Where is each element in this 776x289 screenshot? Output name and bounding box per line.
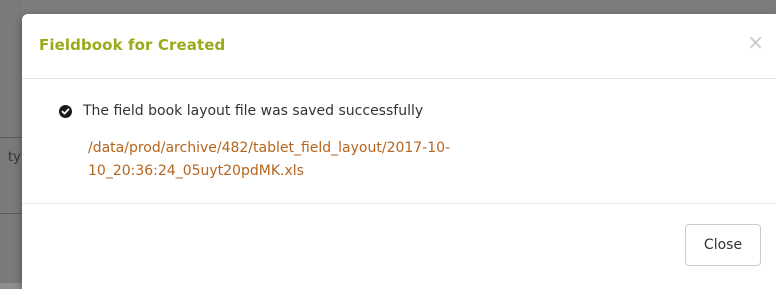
status-row: The field book layout file was saved suc… [59,103,423,119]
fieldbook-modal: Fieldbook for Created × The field book l… [22,14,776,289]
close-button[interactable]: Close [685,224,761,266]
modal-title: Fieldbook for Created [39,36,226,54]
modal-body: The field book layout file was saved suc… [22,79,776,204]
background-divider [0,213,22,214]
modal-footer: Close [22,204,776,284]
file-path-link[interactable]: /data/prod/archive/482/tablet_field_layo… [88,137,558,183]
close-icon[interactable]: × [747,32,764,52]
background-text-fragment: ty [8,150,21,165]
background-divider [0,137,22,138]
check-circle-icon [59,104,72,118]
file-path-line: /data/prod/archive/482/tablet_field_layo… [88,140,451,156]
status-message: The field book layout file was saved suc… [83,103,424,119]
modal-header: Fieldbook for Created × [22,14,776,79]
file-path-line: 10_20:36:24_05uyt20pdMK.xls [88,163,304,179]
background-page-edge [0,0,22,283]
